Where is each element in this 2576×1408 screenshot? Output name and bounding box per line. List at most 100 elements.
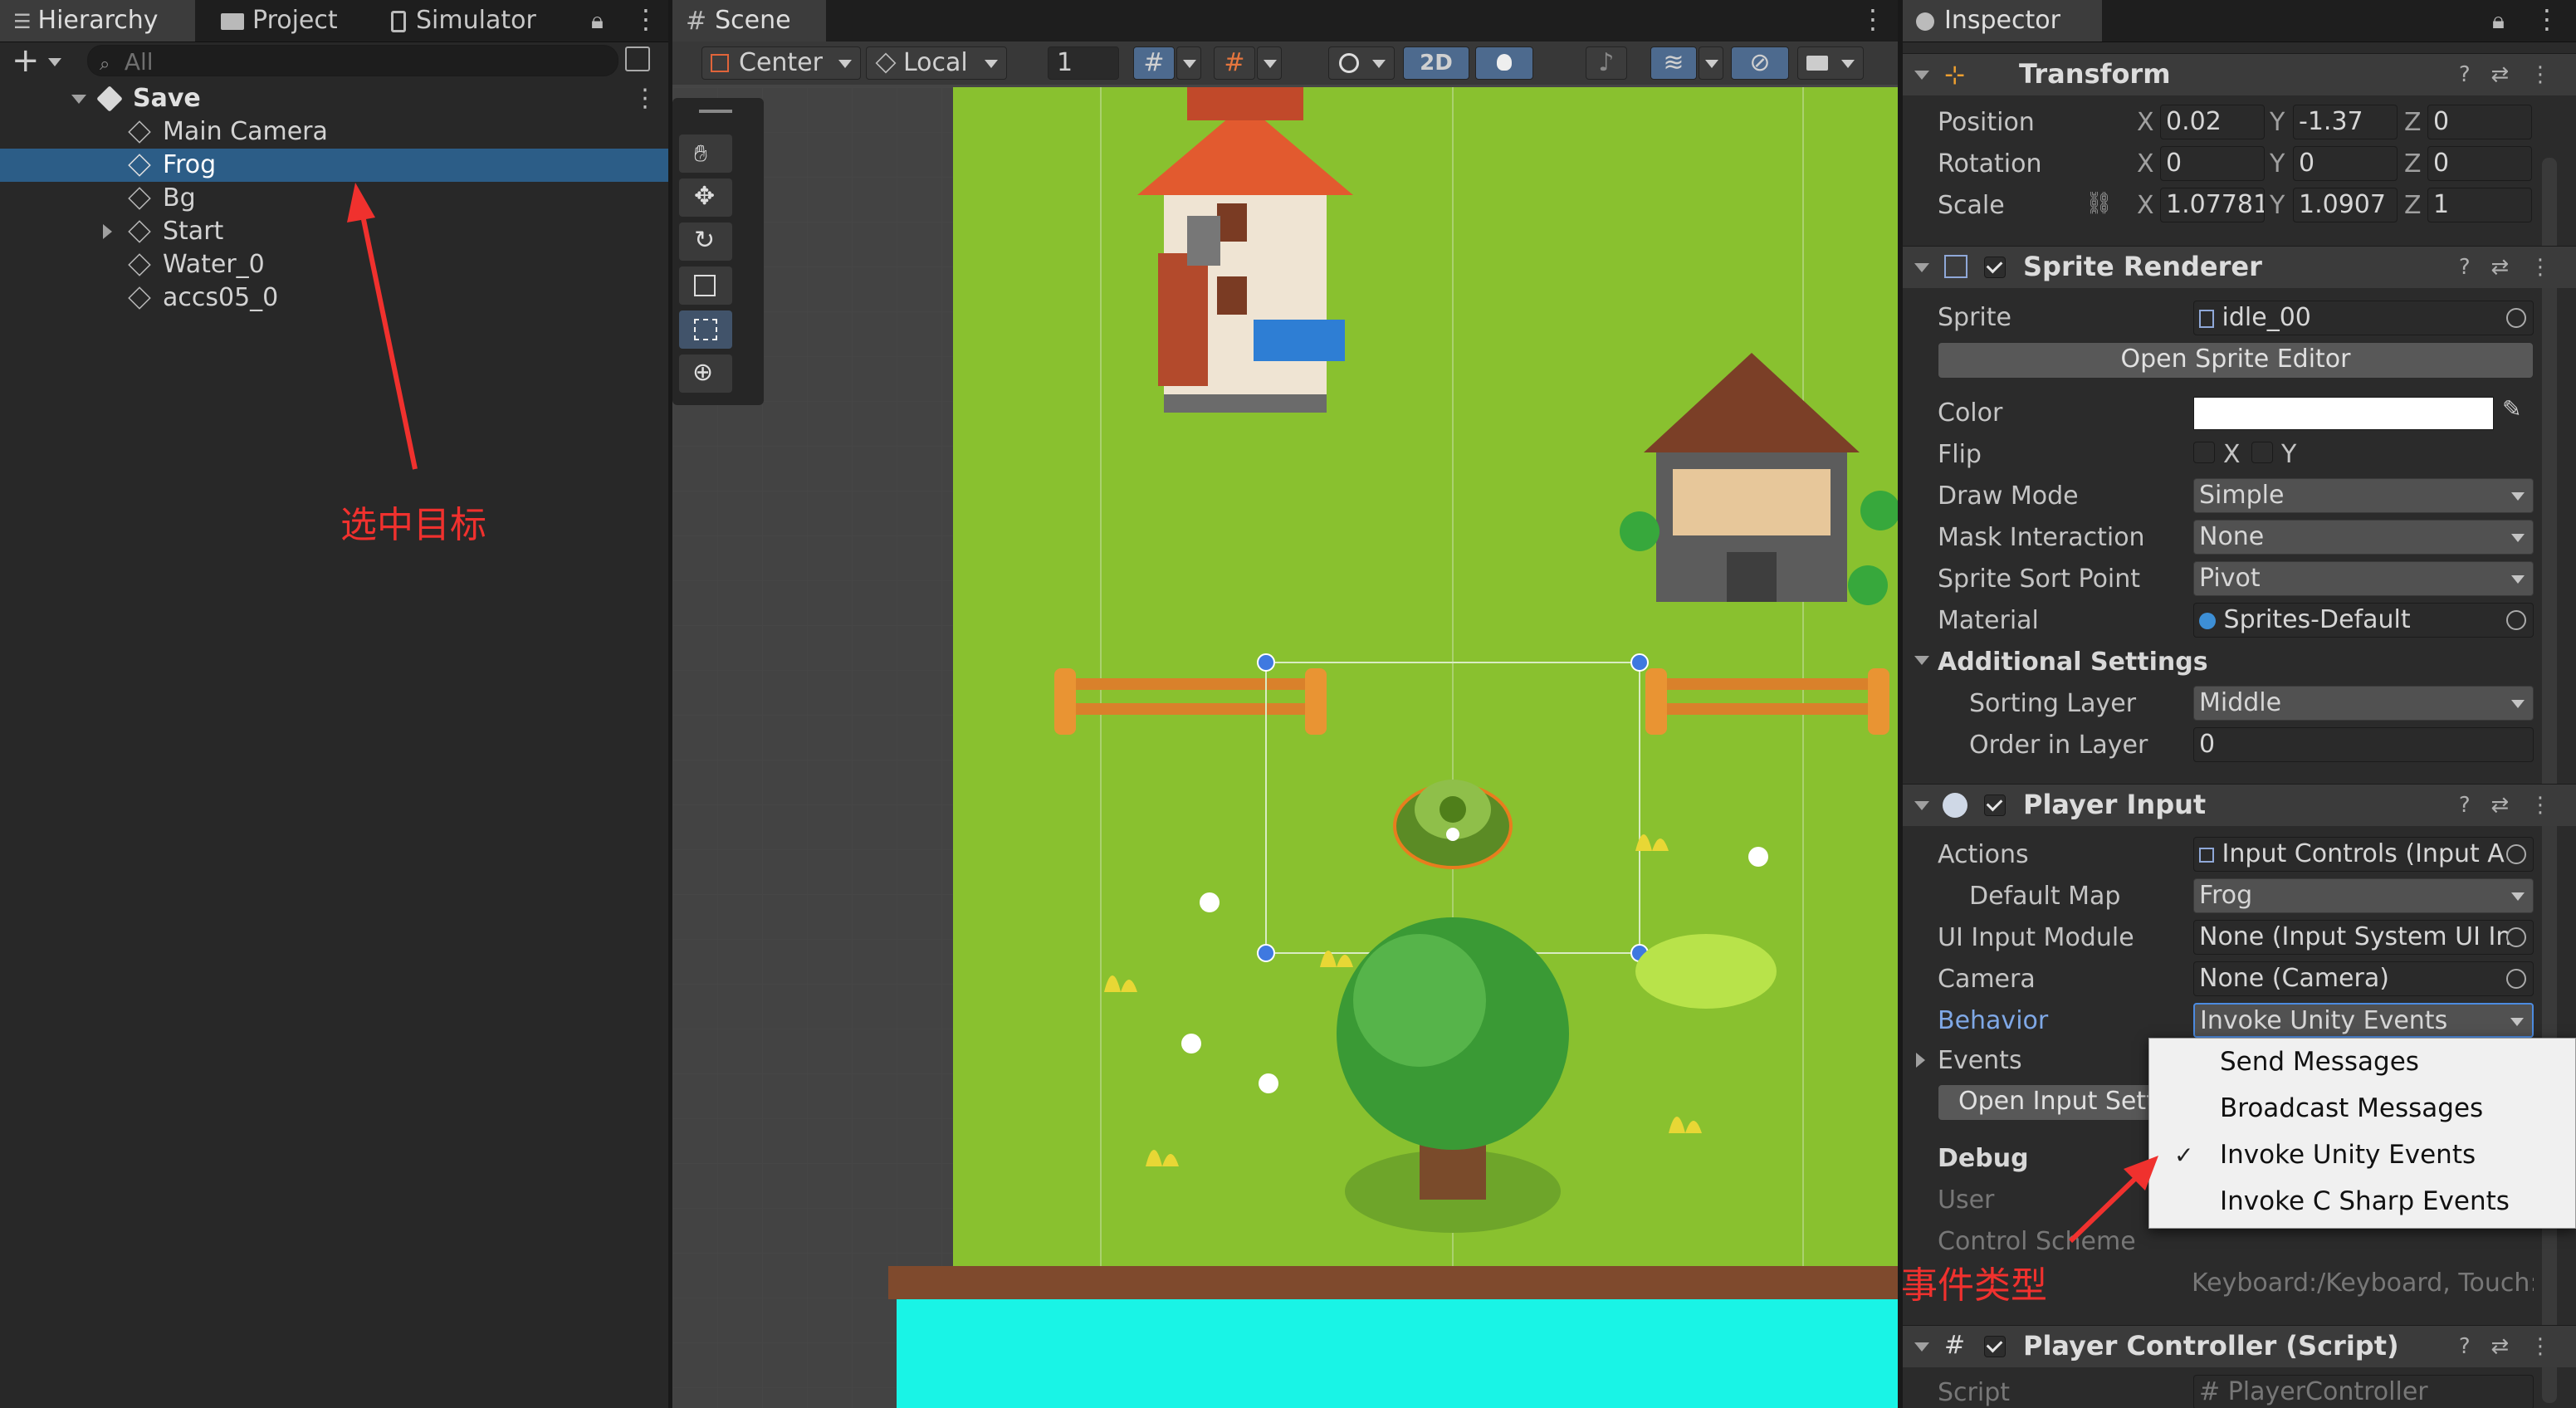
menu-item-broadcast-messages[interactable]: Broadcast Messages	[2220, 1093, 2483, 1123]
scene-viewport[interactable]	[672, 87, 1898, 1408]
sprite-field[interactable]: idle_00	[2193, 301, 2534, 335]
effects-dropdown[interactable]	[1699, 46, 1723, 80]
increment-snap-button[interactable]: #	[1214, 46, 1255, 80]
search-mode-icon[interactable]	[625, 46, 650, 71]
scale-y-field[interactable]: 1.0907	[2293, 188, 2398, 222]
constrain-proportions-icon[interactable]: ⛓︎	[2085, 191, 2113, 216]
menu-item-invoke-csharp-events[interactable]: Invoke C Sharp Events	[2220, 1186, 2510, 1216]
position-z-field[interactable]: 0	[2427, 105, 2532, 139]
lock-icon[interactable]: 🔒︎	[2492, 7, 2505, 35]
tab-scene[interactable]: # Scene	[672, 0, 826, 42]
scale-x-field[interactable]: 1.07781	[2160, 188, 2265, 222]
visibility-toggle[interactable]: ⊘	[1731, 46, 1789, 80]
grid-snap-dropdown[interactable]	[1176, 46, 1201, 80]
component-header-icons[interactable]: ? ⇄ ⋮	[2459, 1334, 2551, 1359]
events-label[interactable]: Events	[1938, 1046, 2022, 1075]
pivot-mode-dropdown[interactable]: Center	[701, 46, 861, 80]
palette-grip[interactable]	[699, 110, 732, 113]
tree-item-main-camera[interactable]: Main Camera	[0, 115, 668, 149]
object-picker-icon[interactable]	[2506, 844, 2526, 864]
object-picker-icon[interactable]	[2506, 308, 2526, 328]
script-field[interactable]: # PlayerController	[2193, 1375, 2534, 1408]
scene-kebab-icon[interactable]: ⋮	[1860, 3, 1886, 35]
scale-z-field[interactable]: 1	[2427, 188, 2532, 222]
add-icon[interactable]: +	[12, 42, 40, 80]
behavior-dropdown[interactable]: Invoke Unity Events	[2193, 1003, 2534, 1038]
player-input-enabled-checkbox[interactable]	[1984, 794, 2006, 816]
collapse-arrow-icon[interactable]	[1914, 801, 1929, 810]
collapse-arrow-icon[interactable]	[1914, 71, 1929, 80]
sorting-layer-dropdown[interactable]: Middle	[2193, 686, 2534, 721]
player-input-header[interactable]: Player Input ? ⇄ ⋮	[1903, 784, 2576, 826]
draw-mode-dropdown[interactable]: Simple	[2193, 478, 2534, 513]
transform-header[interactable]: ⊹ Transform ? ⇄ ⋮	[1903, 53, 2576, 95]
mask-interaction-dropdown[interactable]: None	[2193, 520, 2534, 555]
grid-snap-button[interactable]: #	[1133, 46, 1175, 80]
scene-kebab-icon[interactable]: ⋮	[633, 82, 657, 115]
scene-row[interactable]: Save ⋮	[0, 82, 668, 115]
tree-item-frog[interactable]: Frog	[0, 149, 668, 182]
add-dropdown-icon[interactable]	[48, 58, 61, 66]
menu-item-send-messages[interactable]: Send Messages	[2220, 1047, 2419, 1077]
rect-handle-tr[interactable]	[1630, 653, 1649, 672]
audio-toggle[interactable]: ♪	[1586, 46, 1627, 80]
rect-tool[interactable]	[679, 310, 732, 349]
collapsed-arrow-icon[interactable]	[103, 224, 112, 239]
sprite-sort-point-dropdown[interactable]: Pivot	[2193, 561, 2534, 596]
lock-icon[interactable]: 🔒︎	[591, 7, 604, 35]
effects-toggle[interactable]: ≋	[1650, 46, 1697, 80]
2d-mode-toggle[interactable]: 2D	[1403, 46, 1469, 80]
default-map-dropdown[interactable]: Frog	[2193, 878, 2534, 913]
kebab-menu-icon[interactable]: ⋮	[633, 3, 659, 35]
tab-inspector[interactable]: Inspector	[1903, 0, 2102, 42]
collapse-arrow-icon[interactable]	[1914, 1342, 1929, 1352]
object-picker-icon[interactable]	[2506, 927, 2526, 947]
ui-input-module-field[interactable]: None (Input System UI In	[2193, 920, 2534, 955]
pivot-rotation-dropdown[interactable]: Local	[866, 46, 1007, 80]
object-picker-icon[interactable]	[2506, 969, 2526, 989]
actions-field[interactable]: Input Controls (Input A	[2193, 837, 2534, 872]
shading-mode-button[interactable]	[1328, 46, 1395, 80]
grid-snap-input[interactable]: 1	[1048, 46, 1119, 80]
rotation-y-field[interactable]: 0	[2293, 146, 2398, 181]
rotation-z-field[interactable]: 0	[2427, 146, 2532, 181]
material-field[interactable]: Sprites-Default	[2193, 603, 2534, 638]
player-controller-header[interactable]: # Player Controller (Script) ? ⇄ ⋮	[1903, 1325, 2576, 1367]
additional-settings-label[interactable]: Additional Settings	[1938, 648, 2208, 677]
rect-handle-tl[interactable]	[1257, 653, 1275, 672]
component-header-icons[interactable]: ? ⇄ ⋮	[2459, 793, 2551, 818]
object-picker-icon[interactable]	[2506, 610, 2526, 630]
eyedropper-icon[interactable]: ✎	[2502, 395, 2521, 423]
tab-project[interactable]: Project	[208, 0, 374, 42]
collapse-arrow-icon[interactable]	[1914, 263, 1929, 272]
rotate-tool[interactable]: ↻	[679, 222, 732, 261]
component-header-icons[interactable]: ? ⇄ ⋮	[2459, 255, 2551, 280]
sprite-renderer-header[interactable]: Sprite Renderer ? ⇄ ⋮	[1903, 246, 2576, 288]
hand-tool[interactable]: ✋︎	[679, 134, 732, 173]
tab-hierarchy[interactable]: ☰ Hierarchy	[0, 0, 195, 42]
additional-settings-arrow-icon[interactable]	[1914, 656, 1929, 665]
rotation-x-field[interactable]: 0	[2160, 146, 2265, 181]
tab-simulator[interactable]: Simulator	[378, 0, 577, 42]
player-controller-enabled-checkbox[interactable]	[1984, 1336, 2006, 1357]
lighting-toggle[interactable]	[1475, 46, 1533, 80]
camera-field[interactable]: None (Camera)	[2193, 961, 2534, 996]
camera-settings-button[interactable]	[1797, 46, 1864, 80]
open-sprite-editor-button[interactable]: Open Sprite Editor	[1938, 342, 2534, 379]
position-y-field[interactable]: -1.37	[2293, 105, 2398, 139]
menu-item-invoke-unity-events[interactable]: Invoke Unity Events	[2220, 1140, 2476, 1170]
sprite-renderer-enabled-checkbox[interactable]	[1984, 257, 2006, 278]
transform-tool[interactable]: ⊕	[679, 354, 732, 393]
hierarchy-search-input[interactable]: ⌕ All	[87, 45, 618, 76]
position-x-field[interactable]: 0.02	[2160, 105, 2265, 139]
flip-x-checkbox[interactable]	[2193, 442, 2215, 463]
scale-tool[interactable]	[679, 266, 732, 305]
events-expand-arrow-icon[interactable]	[1916, 1053, 1925, 1068]
kebab-menu-icon[interactable]: ⋮	[2534, 3, 2560, 35]
flip-y-checkbox[interactable]	[2251, 442, 2273, 463]
expand-arrow-icon[interactable]	[71, 95, 86, 104]
move-tool[interactable]: ✥	[679, 178, 732, 217]
color-swatch[interactable]	[2193, 397, 2494, 430]
rect-handle-bl[interactable]	[1257, 944, 1275, 962]
component-header-icons[interactable]: ? ⇄ ⋮	[2459, 62, 2551, 87]
